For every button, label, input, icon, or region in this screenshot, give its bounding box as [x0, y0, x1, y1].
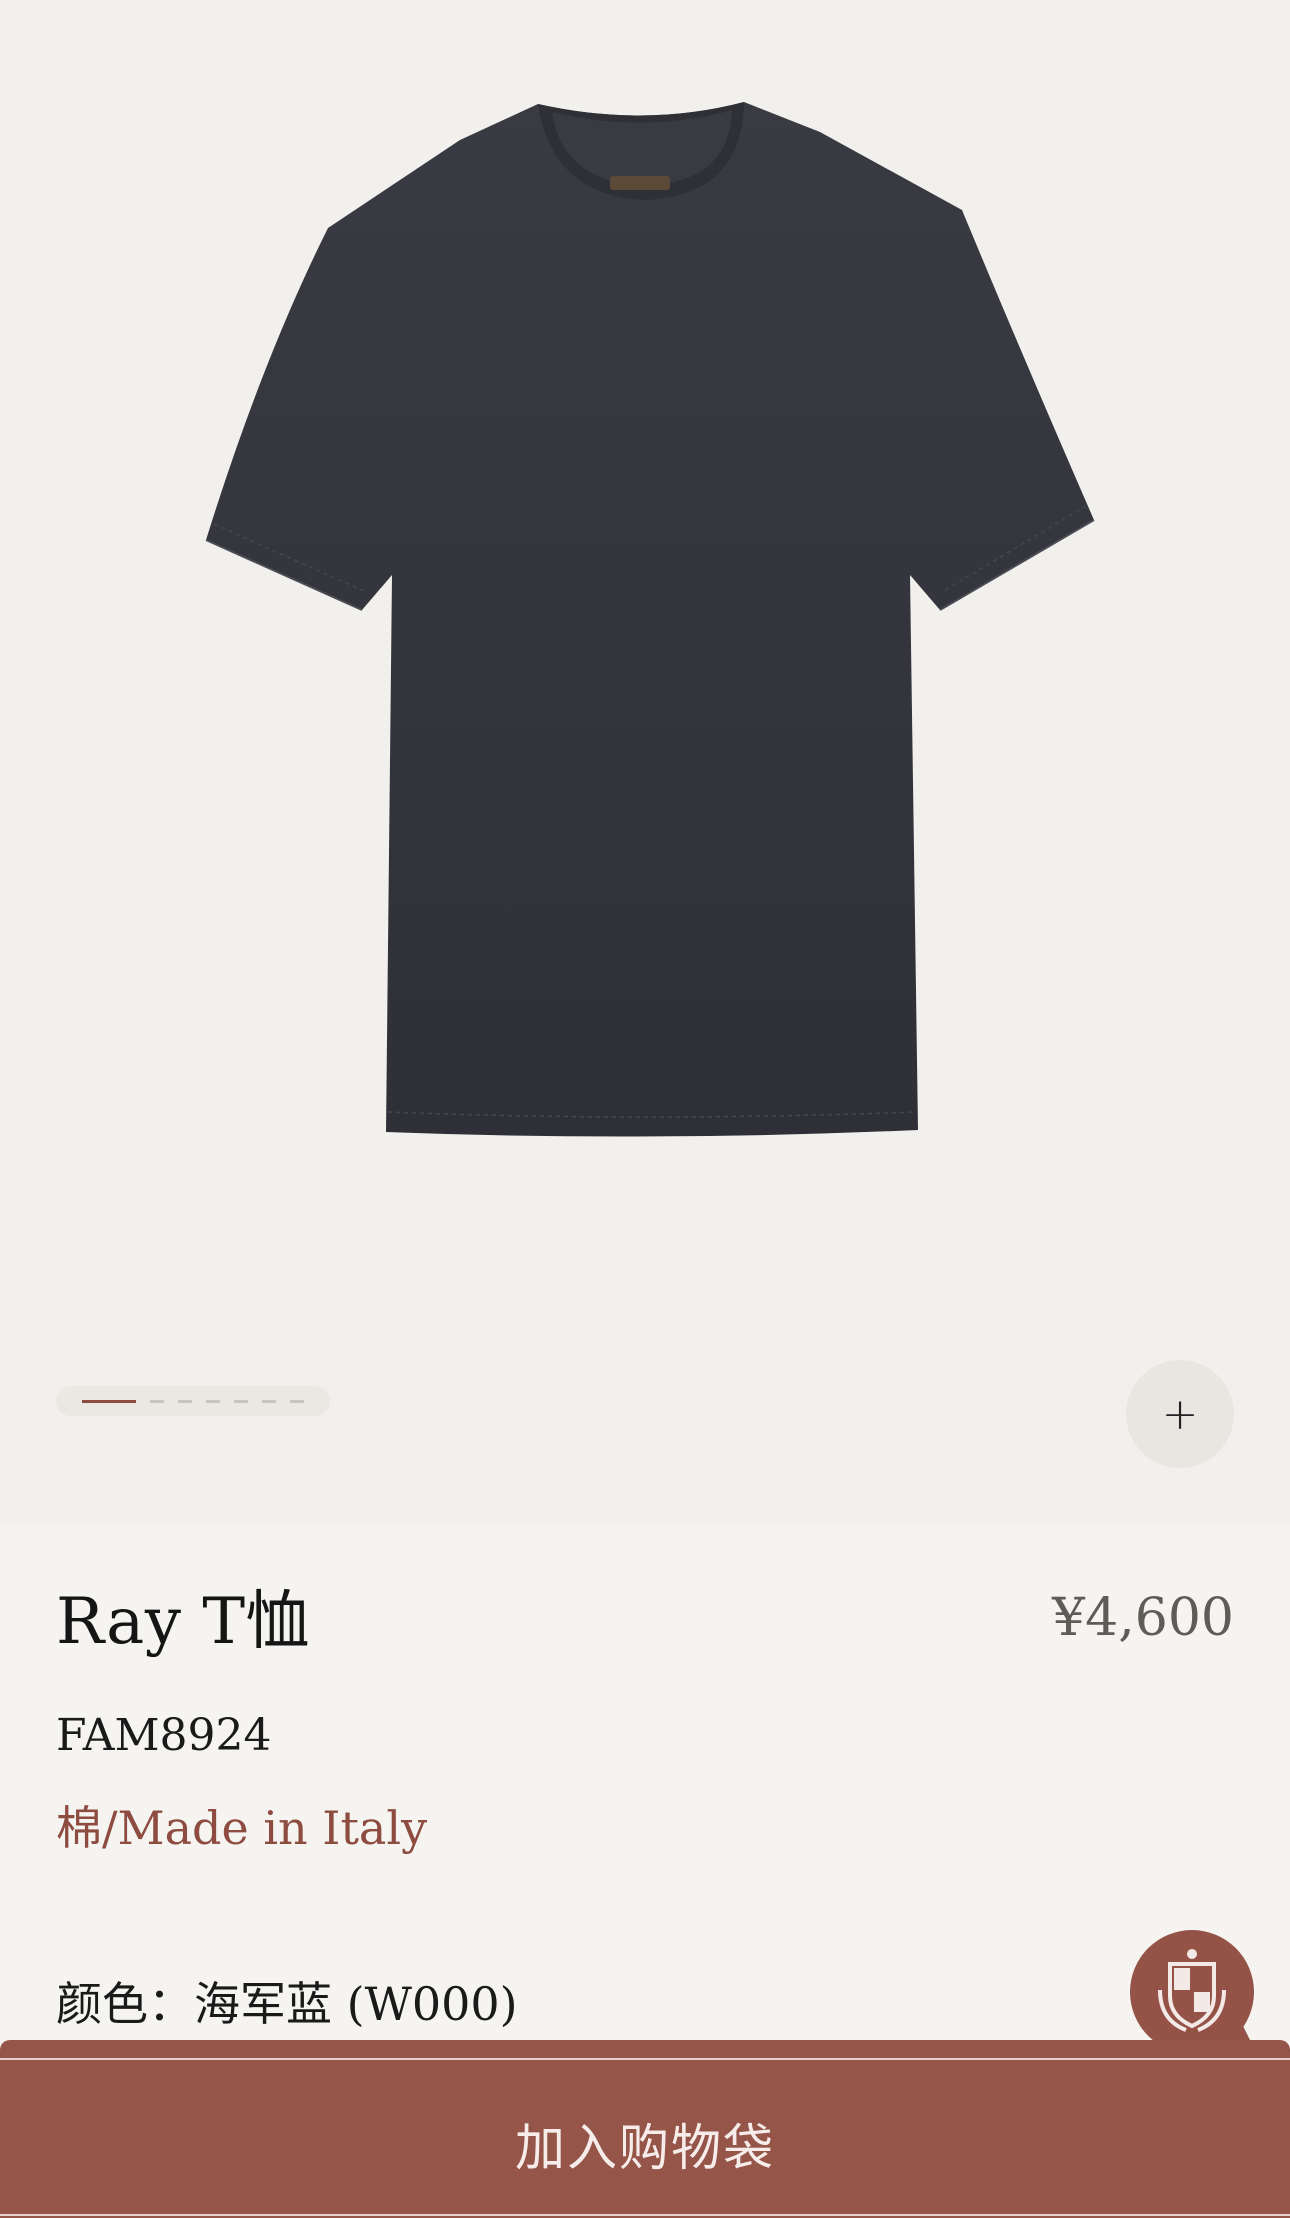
tshirt-label [610, 176, 670, 190]
pager-dot-2[interactable] [150, 1400, 164, 1403]
color-value: 海军蓝 (W000) [194, 1977, 518, 2031]
divider [0, 2058, 1290, 2060]
color-selector[interactable]: 颜色：海军蓝 (W000) [56, 1968, 518, 2034]
pager-dot-5[interactable] [234, 1400, 248, 1403]
color-label: 颜色： [56, 1977, 194, 2031]
pager-dot-4[interactable] [206, 1400, 220, 1403]
plus-icon: + [1161, 1388, 1199, 1440]
pager-dot-3[interactable] [178, 1400, 192, 1403]
product-gallery[interactable]: + [0, 0, 1290, 1524]
add-to-bag-label: 加入购物袋 [515, 2119, 775, 2177]
product-sku: FAM8924 [56, 1710, 272, 1761]
pager-dot-1[interactable] [82, 1400, 136, 1403]
product-image[interactable] [0, 0, 1290, 1300]
zoom-button[interactable]: + [1126, 1360, 1234, 1468]
product-title: Ray T恤 [56, 1585, 310, 1659]
pager-dot-6[interactable] [262, 1400, 276, 1403]
product-material: 棉/Made in Italy [56, 1801, 428, 1855]
tshirt-shape [206, 102, 1094, 1137]
divider [0, 2214, 1290, 2216]
product-price: ¥4,600 [1052, 1588, 1234, 1648]
add-to-bag-button[interactable]: 加入购物袋 [0, 2040, 1290, 2218]
image-pager[interactable] [56, 1386, 330, 1416]
pager-dot-7[interactable] [290, 1400, 304, 1403]
